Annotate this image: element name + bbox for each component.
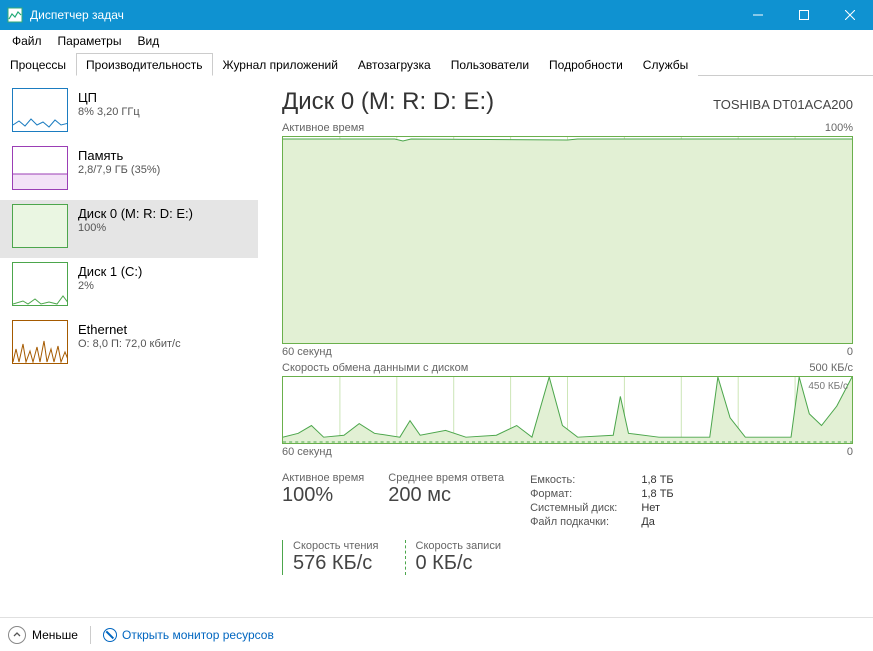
open-resmon-label: Открыть монитор ресурсов bbox=[122, 628, 274, 642]
minimize-button[interactable] bbox=[735, 0, 781, 30]
sb-cpu-sub: 8% 3,20 ГГц bbox=[78, 106, 140, 118]
fewer-details-label[interactable]: Меньше bbox=[32, 628, 78, 642]
graph2-xright: 0 bbox=[847, 446, 853, 458]
info-capacity-v: 1,8 ТБ bbox=[641, 474, 673, 486]
info-sysdisk-l: Системный диск: bbox=[530, 502, 639, 514]
sidebar-item-memory[interactable]: Память2,8/7,9 ГБ (35%) bbox=[0, 142, 258, 200]
thumbnail-ethernet bbox=[12, 320, 68, 364]
thumbnail-disk0 bbox=[12, 204, 68, 248]
fewer-details-button[interactable] bbox=[8, 626, 26, 644]
stat-resp-label: Среднее время ответа bbox=[388, 472, 504, 484]
thumbnail-memory bbox=[12, 146, 68, 190]
thumbnail-cpu bbox=[12, 88, 68, 132]
info-formatted-v: 1,8 ТБ bbox=[641, 488, 673, 500]
stat-read-val: 576 КБ/с bbox=[293, 552, 379, 575]
graph2-label: Скорость обмена данными с диском bbox=[282, 362, 468, 374]
stat-read-label: Скорость чтения bbox=[293, 540, 379, 552]
detail-pane: Диск 0 (M: R: D: E:) TOSHIBA DT01ACA200 … bbox=[258, 76, 873, 630]
content: ЦП8% 3,20 ГГц Память2,8/7,9 ГБ (35%) Дис… bbox=[0, 76, 873, 630]
thumbnail-disk1 bbox=[12, 262, 68, 306]
titlebar: Диспетчер задач bbox=[0, 0, 873, 30]
disk-info-table: Емкость:1,8 ТБ Формат:1,8 ТБ Системный д… bbox=[528, 472, 676, 530]
sb-disk0-title: Диск 0 (M: R: D: E:) bbox=[78, 206, 193, 221]
graph2-inline-label: 450 КБ/с bbox=[808, 381, 848, 392]
sb-mem-sub: 2,8/7,9 ГБ (35%) bbox=[78, 164, 160, 176]
sb-disk1-title: Диск 1 (C:) bbox=[78, 264, 142, 279]
footer-separator bbox=[90, 626, 91, 644]
menu-options[interactable]: Параметры bbox=[50, 31, 130, 51]
stat-write-val: 0 КБ/с bbox=[416, 552, 501, 575]
stat-active-label: Активное время bbox=[282, 472, 364, 484]
disk-model: TOSHIBA DT01ACA200 bbox=[713, 97, 853, 112]
tab-users[interactable]: Пользователи bbox=[441, 53, 539, 76]
sb-disk0-sub: 100% bbox=[78, 222, 193, 234]
stats-row: Активное время 100% Среднее время ответа… bbox=[282, 472, 853, 530]
sb-mem-title: Память bbox=[78, 148, 160, 163]
info-pagefile-l: Файл подкачки: bbox=[530, 516, 639, 528]
tab-services[interactable]: Службы bbox=[633, 53, 698, 76]
tab-strip: Процессы Производительность Журнал прило… bbox=[0, 52, 873, 76]
info-capacity-l: Емкость: bbox=[530, 474, 639, 486]
sidebar-item-disk1[interactable]: Диск 1 (C:)2% bbox=[0, 258, 258, 316]
graph1-max: 100% bbox=[825, 122, 853, 134]
graph-transfer-rate: 450 КБ/с bbox=[282, 376, 853, 444]
window-title: Диспетчер задач bbox=[30, 8, 735, 22]
sb-disk1-sub: 2% bbox=[78, 280, 142, 292]
sidebar: ЦП8% 3,20 ГГц Память2,8/7,9 ГБ (35%) Дис… bbox=[0, 76, 258, 630]
menu-view[interactable]: Вид bbox=[129, 31, 167, 51]
detail-title: Диск 0 (M: R: D: E:) bbox=[282, 88, 494, 116]
sb-eth-sub: О: 8,0 П: 72,0 кбит/с bbox=[78, 338, 181, 350]
graph2-max: 500 КБ/с bbox=[809, 362, 853, 374]
sidebar-item-disk0[interactable]: Диск 0 (M: R: D: E:)100% bbox=[0, 200, 258, 258]
tab-startup[interactable]: Автозагрузка bbox=[348, 53, 441, 76]
open-resmon-link[interactable]: Открыть монитор ресурсов bbox=[103, 628, 274, 642]
graph-active-time bbox=[282, 136, 853, 344]
menu-file[interactable]: Файл bbox=[4, 31, 50, 51]
sidebar-item-cpu[interactable]: ЦП8% 3,20 ГГц bbox=[0, 84, 258, 142]
stat-active-val: 100% bbox=[282, 484, 364, 507]
maximize-button[interactable] bbox=[781, 0, 827, 30]
graph2-xleft: 60 секунд bbox=[282, 446, 332, 458]
tab-performance[interactable]: Производительность bbox=[76, 53, 212, 76]
menubar: Файл Параметры Вид bbox=[0, 30, 873, 52]
footer: Меньше Открыть монитор ресурсов bbox=[0, 617, 873, 651]
stat-resp-val: 200 мс bbox=[388, 484, 504, 507]
info-pagefile-v: Да bbox=[641, 516, 673, 528]
tab-apphistory[interactable]: Журнал приложений bbox=[213, 53, 348, 76]
graph1-label: Активное время bbox=[282, 122, 364, 134]
sb-eth-title: Ethernet bbox=[78, 322, 181, 337]
close-button[interactable] bbox=[827, 0, 873, 30]
graph1-xright: 0 bbox=[847, 346, 853, 358]
graph1-xleft: 60 секунд bbox=[282, 346, 332, 358]
sb-cpu-title: ЦП bbox=[78, 90, 140, 105]
tab-processes[interactable]: Процессы bbox=[0, 53, 76, 76]
tab-details[interactable]: Подробности bbox=[539, 53, 633, 76]
info-formatted-l: Формат: bbox=[530, 488, 639, 500]
app-icon bbox=[7, 7, 23, 23]
resmon-icon bbox=[103, 628, 117, 642]
sidebar-item-ethernet[interactable]: EthernetО: 8,0 П: 72,0 кбит/с bbox=[0, 316, 258, 374]
stat-write-label: Скорость записи bbox=[416, 540, 501, 552]
info-sysdisk-v: Нет bbox=[641, 502, 673, 514]
